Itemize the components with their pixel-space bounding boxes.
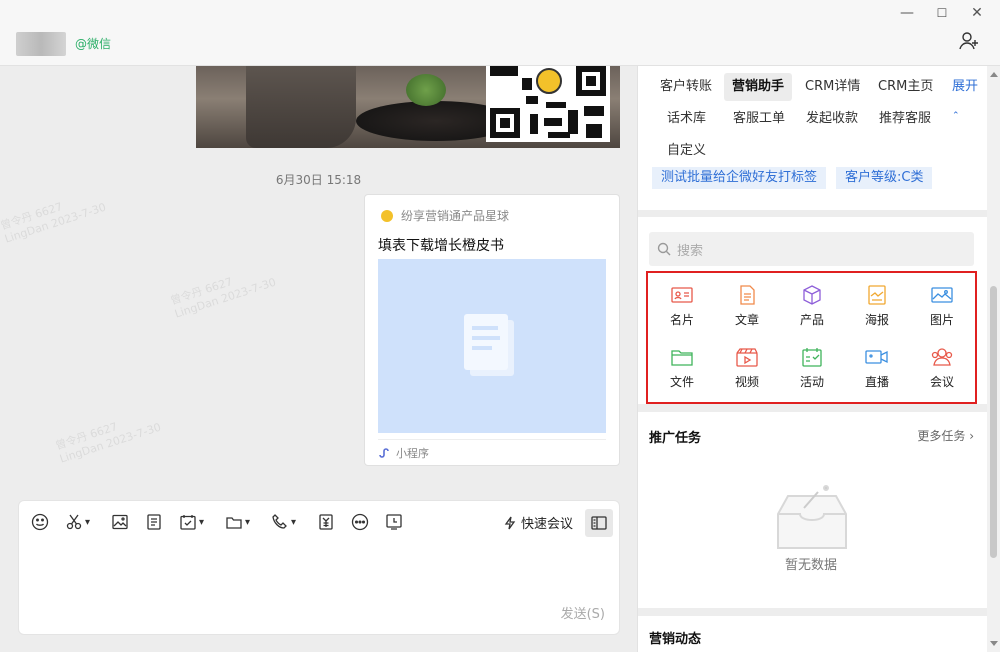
image-icon	[931, 287, 953, 303]
search-icon	[657, 242, 671, 256]
tab-crm-home[interactable]: CRM主页	[870, 73, 941, 101]
business-card-icon	[671, 287, 693, 303]
material-video[interactable]: 视频	[717, 347, 777, 390]
poster-icon	[868, 285, 886, 305]
emoji-icon[interactable]	[31, 511, 49, 533]
card-source-name: 纷享营销通产品星球	[401, 209, 510, 223]
search-input[interactable]: 搜索	[649, 232, 974, 266]
watermark: 曾令丹 6627 LingDan 2023-7-30	[53, 420, 163, 466]
search-placeholder: 搜索	[677, 243, 704, 259]
close-button[interactable]: ✕	[966, 4, 988, 22]
shared-image[interactable]	[196, 66, 620, 148]
mini-program-logo-icon	[381, 209, 393, 222]
sidebar-toggle-icon[interactable]	[585, 509, 613, 537]
marketing-activity-section: 营销动态	[638, 616, 988, 652]
folder-icon[interactable]: ▾	[225, 511, 250, 533]
more-icon[interactable]	[351, 511, 369, 533]
live-camera-icon	[865, 350, 888, 364]
maximize-button[interactable]: ☐	[931, 4, 953, 22]
material-product[interactable]: 产品	[782, 285, 842, 328]
tab-service-ticket[interactable]: 客服工单	[725, 105, 793, 133]
material-business-card[interactable]: 名片	[652, 285, 712, 328]
material-meeting[interactable]: 会议	[912, 347, 972, 390]
article-icon	[740, 285, 755, 305]
qr-code-image	[486, 66, 610, 142]
image-icon[interactable]	[111, 511, 129, 533]
material-file[interactable]: 文件	[652, 347, 712, 390]
material-grid: 名片 文章 产品 海报 图片 文件 视频 活动 直播 会议	[646, 271, 977, 404]
material-activity[interactable]: 活动	[782, 347, 842, 390]
watermark: 曾令丹 6627 LingDan 2023-7-30	[168, 275, 278, 321]
tab-script-library[interactable]: 话术库	[659, 105, 714, 133]
tab-recommend-service[interactable]: 推荐客服	[871, 105, 939, 133]
card-footer-label: 小程序	[396, 446, 429, 460]
add-member-icon[interactable]	[958, 30, 980, 52]
crm-side-panel: 客户转账 营销助手 CRM详情 CRM主页 展开 ⌃ 话术库 客服工单 发起收款…	[637, 66, 1000, 652]
screenshot-scissors-icon[interactable]: ▾	[65, 511, 90, 533]
message-timestamp: 6月30日 15:18	[275, 173, 362, 187]
document-icon[interactable]	[145, 511, 163, 533]
phone-icon[interactable]: ▾	[271, 511, 296, 533]
panel-scrollbar[interactable]	[987, 66, 1000, 652]
marketing-activity-title: 营销动态	[649, 632, 702, 647]
more-tasks-link[interactable]: 更多任务 ›	[917, 427, 974, 444]
title-bar: @微信 — ☐ ✕	[0, 0, 1000, 66]
panel-tabs-area: 客户转账 营销助手 CRM详情 CRM主页 展开 ⌃ 话术库 客服工单 发起收款…	[638, 66, 988, 210]
material-live[interactable]: 直播	[847, 347, 907, 390]
folder-icon	[671, 350, 693, 366]
card-source: 纷享营销通产品星球	[381, 207, 509, 224]
card-cover-image	[378, 259, 606, 433]
quick-meeting-button[interactable]: 快速会议	[503, 513, 573, 532]
tab-collect-payment[interactable]: 发起收款	[798, 105, 866, 133]
composer-toolbar: ▾ ▾ ▾ ▾ 快速会议	[19, 509, 619, 537]
scroll-up-arrow-icon[interactable]	[990, 72, 998, 77]
tab-crm-details[interactable]: CRM详情	[797, 73, 868, 101]
scrollbar-thumb[interactable]	[990, 286, 997, 558]
promotion-tasks-section: 推广任务 更多任务 › 暂无数据	[638, 412, 988, 608]
empty-box-icon	[777, 485, 847, 549]
send-button[interactable]: 发送(S)	[561, 603, 605, 622]
tab-custom[interactable]: 自定义	[659, 137, 714, 165]
lightning-icon	[504, 516, 516, 529]
mini-program-icon	[379, 447, 389, 458]
promotion-tasks-title: 推广任务	[649, 431, 702, 446]
message-composer[interactable]: ▾ ▾ ▾ ▾ 快速会议 发送(S)	[18, 500, 620, 635]
scroll-down-arrow-icon[interactable]	[990, 641, 998, 646]
meeting-people-icon	[931, 348, 953, 366]
history-icon[interactable]	[385, 511, 403, 533]
chevron-right-icon: ›	[969, 429, 974, 443]
material-image[interactable]: 图片	[912, 285, 972, 328]
mini-program-card[interactable]: 纷享营销通产品星球 填表下载增长橙皮书 小程序	[364, 194, 620, 466]
contact-source-label: @微信	[75, 37, 112, 51]
customer-tags: 测试批量给企微好友打标签 客户等级:C类	[652, 167, 933, 189]
chat-history[interactable]: 曾令丹 6627 LingDan 2023-7-30 曾令丹 6627 LingDa…	[0, 66, 637, 496]
payment-icon[interactable]	[317, 511, 335, 533]
minimize-button[interactable]: —	[896, 4, 918, 22]
chevron-up-icon: ⌃	[952, 111, 960, 121]
material-poster[interactable]: 海报	[847, 285, 907, 328]
video-clapper-icon	[736, 348, 758, 367]
material-section: 搜索 名片 文章 产品 海报 图片 文件 视频 活动 直播 会议	[638, 217, 988, 404]
customer-tag[interactable]: 客户等级:C类	[836, 167, 933, 189]
card-title: 填表下载增长橙皮书	[378, 238, 504, 254]
tab-customer-transfer[interactable]: 客户转账	[652, 73, 720, 101]
expand-tabs-button[interactable]: 展开 ⌃	[944, 73, 988, 121]
document-placeholder-icon	[464, 314, 514, 376]
quick-meeting-label: 快速会议	[521, 517, 574, 532]
contact-name-blurred	[16, 32, 66, 56]
empty-state-text: 暂无数据	[784, 558, 837, 573]
product-box-icon	[803, 285, 821, 305]
schedule-icon[interactable]: ▾	[179, 511, 204, 533]
bee-mascot-icon	[536, 68, 562, 94]
card-footer: 小程序	[378, 439, 606, 465]
customer-tag[interactable]: 测试批量给企微好友打标签	[652, 167, 827, 189]
material-article[interactable]: 文章	[717, 285, 777, 328]
watermark: 曾令丹 6627 LingDan 2023-7-30	[0, 200, 108, 246]
tab-marketing-assistant[interactable]: 营销助手	[724, 73, 793, 101]
activity-calendar-icon	[802, 348, 822, 367]
